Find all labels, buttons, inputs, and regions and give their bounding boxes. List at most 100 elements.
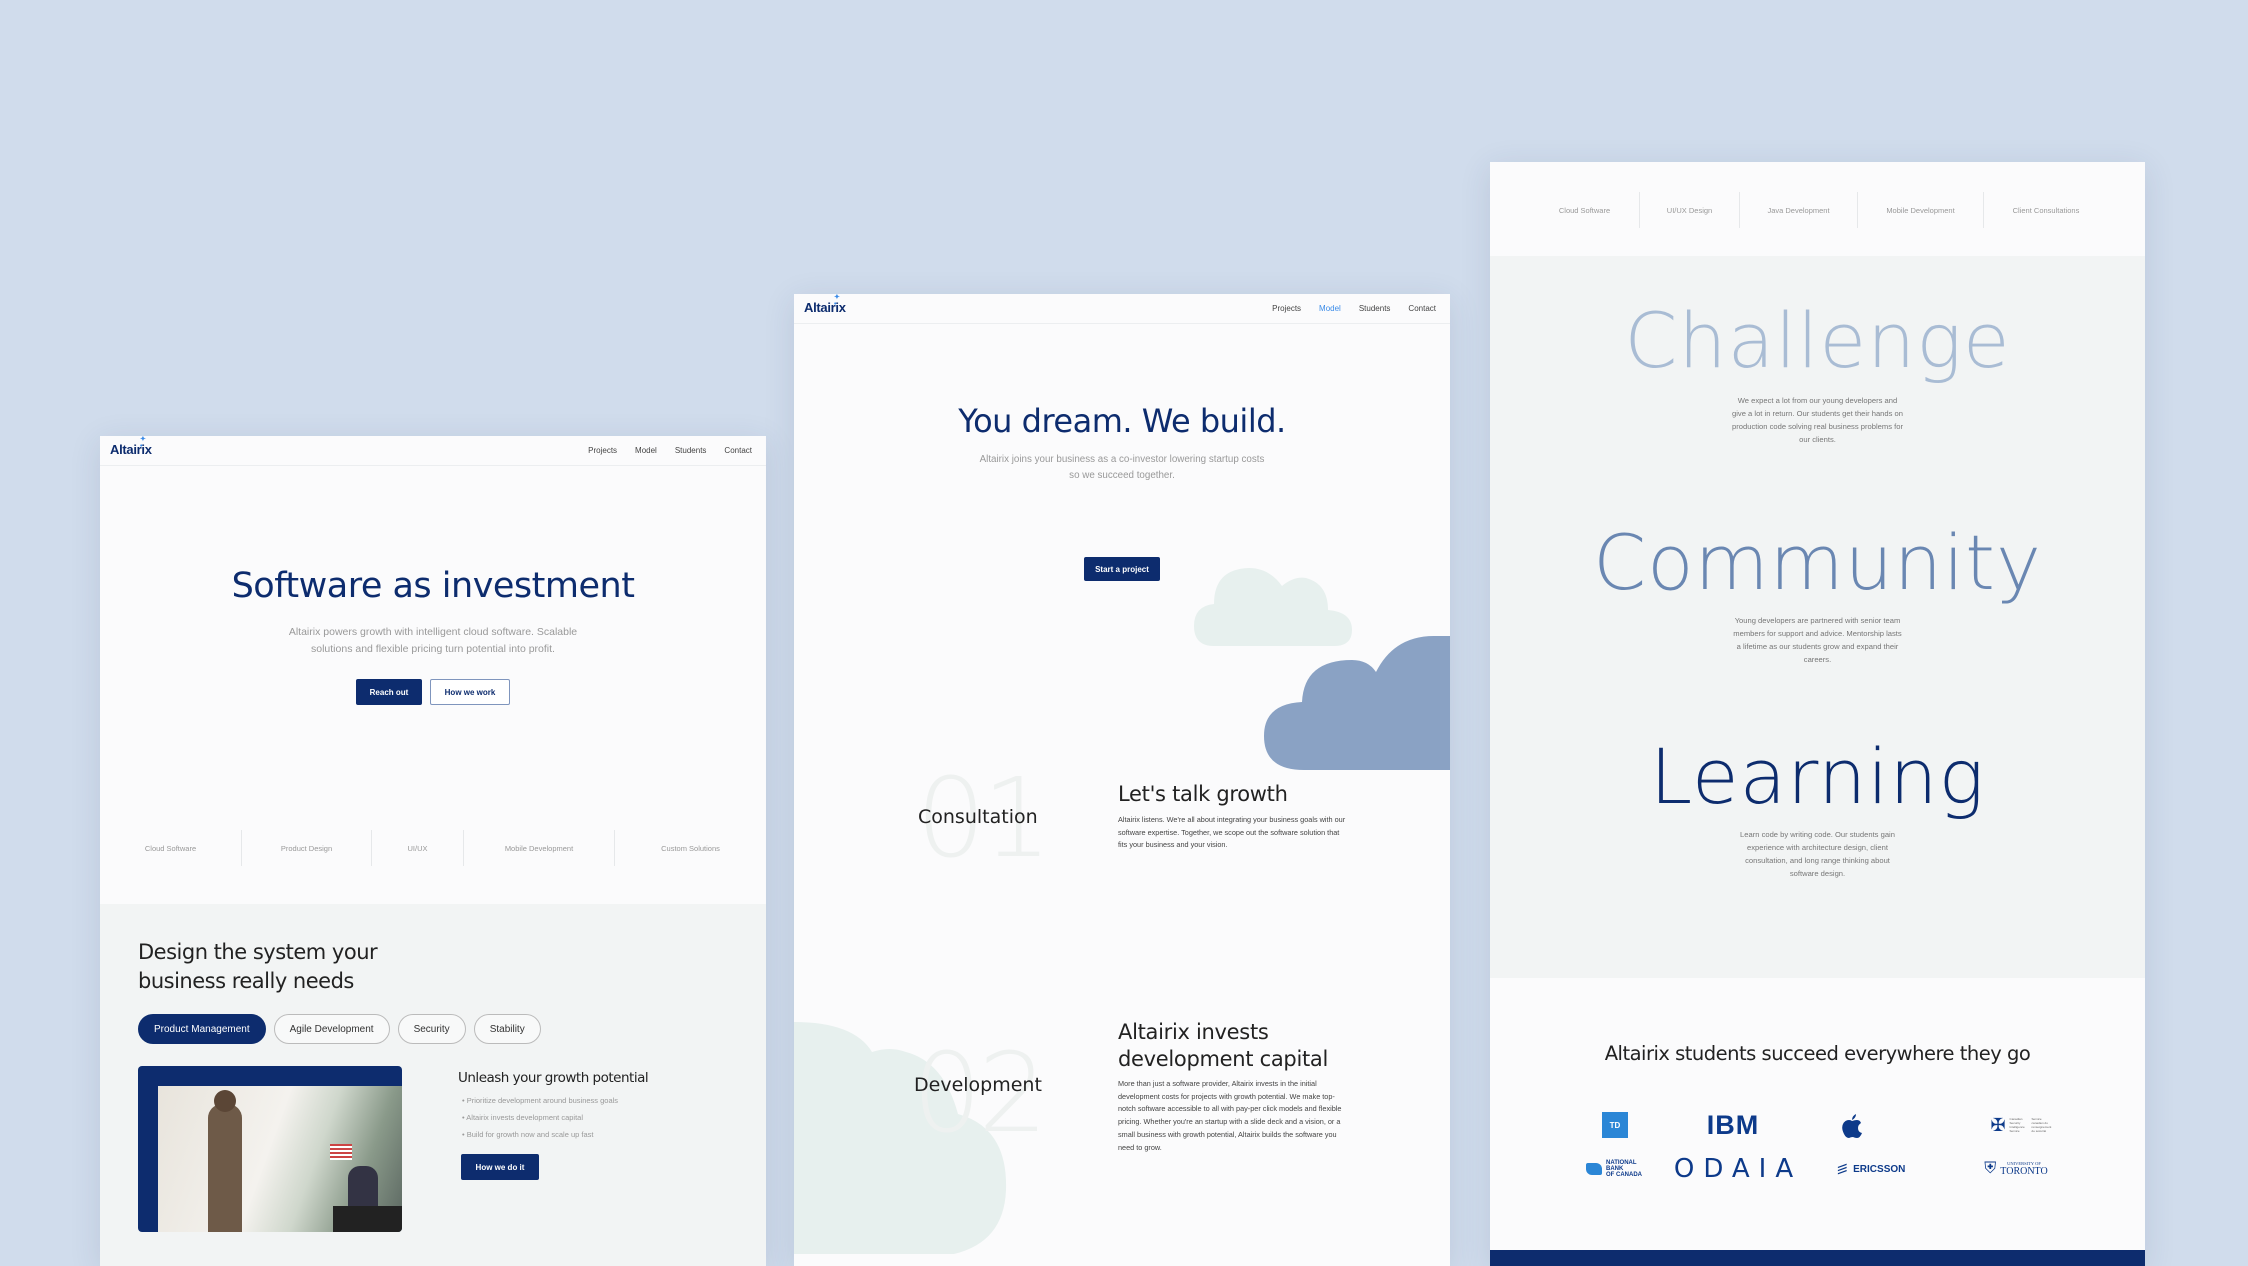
uoft-crest-icon: ⛨ [1984, 1160, 1997, 1177]
td-logo: TD [1602, 1112, 1628, 1138]
website-mockup-home: Altairix ✦ • Projects Model Students Cont… [100, 436, 766, 1266]
step-body: Altairix listens. We're all about integr… [1118, 814, 1345, 852]
step-label: Development [914, 1074, 1042, 1096]
step-title: Altairix invests development capital [1118, 1019, 1328, 1073]
body-line: pricing. Whether you're an startup with … [1118, 1117, 1341, 1127]
service-item[interactable]: Client Consultations [1984, 192, 2108, 228]
body-line: software expertise. Together, we scope o… [1118, 827, 1340, 837]
csis-text-en: Canadian Security Intelligence Service [2009, 1117, 2025, 1133]
body-line: notch software accessible to all with pa… [1118, 1104, 1342, 1114]
uoft-text: UNIVERSITY OF TORONTO [2000, 1161, 2047, 1177]
value-desc: Young developers are partnered with seni… [1490, 614, 2145, 666]
title-line: business really needs [138, 969, 354, 993]
nav-students[interactable]: Students [675, 446, 707, 455]
start-project-button[interactable]: Start a project [1084, 557, 1160, 581]
hero-title: Software as investment [231, 566, 635, 606]
service-item[interactable]: Mobile Development [464, 830, 615, 866]
ibm-logo: IBM [1700, 1109, 1766, 1140]
bullet-item: Build for growth now and scale up fast [462, 1126, 618, 1143]
nav-students[interactable]: Students [1359, 304, 1391, 313]
service-item[interactable]: UI/UX [372, 830, 464, 866]
service-item[interactable]: Java Development [1740, 192, 1858, 228]
uoft-big: TORONTO [2000, 1166, 2048, 1177]
step-title: Let's talk growth [1118, 781, 1288, 808]
service-item[interactable]: Cloud Software [1530, 192, 1640, 228]
desc-line: We expect a lot from our young developer… [1737, 396, 1898, 405]
ibm-logo-text: IBM [1706, 1109, 1760, 1140]
service-item[interactable]: Cloud Software [100, 830, 242, 866]
desc-line: Young developers are partnered with seni… [1734, 616, 1901, 625]
title-line: Let's talk growth [1118, 782, 1288, 806]
logo[interactable]: Altairix ✦ • [110, 436, 152, 457]
title-line: Design the system your [138, 940, 378, 964]
odaia-logo-text: ODAIA [1673, 1154, 1803, 1184]
desc-line: careers. [1803, 655, 1832, 664]
hero-subtitle: Altairix joins your business as a co-inv… [794, 452, 1450, 484]
apple-logo [1838, 1112, 1866, 1140]
how-we-work-button[interactable]: How we work [430, 679, 510, 705]
desc-line: our clients. [1799, 435, 1836, 444]
hero-subtitle-line: Altairix powers growth with intelligent … [288, 626, 578, 638]
nav-projects[interactable]: Projects [1272, 304, 1301, 313]
td-logo-text: TD [1609, 1120, 1621, 1130]
national-bank-text: NATIONAL BANK OF CANADA [1606, 1160, 1642, 1178]
body-line: development costs for projects with grow… [1118, 1091, 1335, 1101]
service-item[interactable]: Product Design [242, 830, 372, 866]
partner-logos: TD IBM ✠ Canadian Security Intelligence … [1490, 1109, 2145, 1202]
body-line: More than just a software provider, Alta… [1118, 1079, 1317, 1088]
desc-line: Learn code by writing code. Our students… [1740, 830, 1895, 839]
uoft-logo: ⛨ UNIVERSITY OF TORONTO [1976, 1154, 2056, 1184]
value-word-challenge: Challenge [1624, 296, 2011, 385]
design-section: Design the system your business really n… [100, 904, 766, 1266]
nbc-line: OF CANADA [1606, 1172, 1642, 1178]
nav-contact[interactable]: Contact [724, 446, 752, 455]
design-section-title: Design the system your business really n… [138, 938, 378, 996]
services-strip: Cloud Software UI/UX Design Java Develop… [1490, 192, 2145, 228]
services-strip: Cloud Software Product Design UI/UX Mobi… [100, 830, 766, 866]
ericsson-icon: ≡ [1836, 1156, 1848, 1181]
chair [333, 1206, 402, 1232]
body-line: Altairix listens. We're all about integr… [1118, 815, 1346, 824]
tab-pills: Product Management Agile Development Sec… [138, 1014, 541, 1044]
tab-product-management[interactable]: Product Management [138, 1014, 266, 1044]
body-line: fits your business and your vision. [1118, 840, 1228, 850]
partners-title: Altairix students succeed everywhere the… [1604, 1042, 2031, 1065]
hero-subtitle: Altairix powers growth with intelligent … [100, 624, 766, 658]
nav-bar: Altairix ✦ • Projects Model Students Cont… [794, 294, 1450, 324]
nav-projects[interactable]: Projects [588, 446, 617, 455]
value-desc: Learn code by writing code. Our students… [1490, 828, 2145, 880]
step-label: Consultation [918, 806, 1038, 828]
csis-text-fr: Service canadien du renseignement de séc… [2031, 1117, 2052, 1133]
stars-icon: ✦ • [834, 294, 842, 308]
reach-out-button[interactable]: Reach out [356, 679, 422, 705]
footer-bar [1490, 1250, 2145, 1266]
how-we-do-it-button[interactable]: How we do it [461, 1154, 539, 1180]
feature-bullets: Prioritize development around business g… [462, 1092, 618, 1143]
tab-stability[interactable]: Stability [473, 1014, 541, 1044]
ericsson-logo-text: ERICSSON [1853, 1163, 1906, 1175]
logo[interactable]: Altairix ✦ • [804, 294, 846, 315]
desc-line: consultation, and long range thinking ab… [1745, 856, 1890, 865]
nav-contact[interactable]: Contact [1408, 304, 1436, 313]
stars-icon: ✦ • [140, 436, 148, 450]
service-item[interactable]: Mobile Development [1858, 192, 1984, 228]
nav-bar: Altairix ✦ • Projects Model Students Cont… [100, 436, 766, 466]
nav-model[interactable]: Model [1319, 304, 1341, 313]
national-bank-icon [1586, 1163, 1602, 1175]
apple-icon [1842, 1114, 1862, 1138]
nav-model[interactable]: Model [635, 446, 657, 455]
desc-line: a lifetime as our students grow and expa… [1736, 642, 1899, 651]
service-item[interactable]: UI/UX Design [1640, 192, 1740, 228]
service-item[interactable]: Custom Solutions [615, 830, 766, 866]
team-photo [138, 1066, 402, 1232]
hero-subtitle-line: Altairix joins your business as a co-inv… [979, 454, 1265, 465]
website-mockup-students: Cloud Software UI/UX Design Java Develop… [1490, 162, 2145, 1266]
ericsson-logo: ≡ ERICSSON [1826, 1156, 1916, 1182]
hero-subtitle-line: solutions and flexible pricing turn pote… [311, 643, 555, 655]
title-line: development capital [1118, 1047, 1329, 1071]
tab-agile-development[interactable]: Agile Development [273, 1014, 390, 1044]
tab-security[interactable]: Security [397, 1014, 466, 1044]
value-word-learning: Learning [1649, 732, 1986, 821]
desc-line: give a lot in return. Our students get t… [1732, 409, 1903, 418]
person-head [214, 1090, 236, 1112]
